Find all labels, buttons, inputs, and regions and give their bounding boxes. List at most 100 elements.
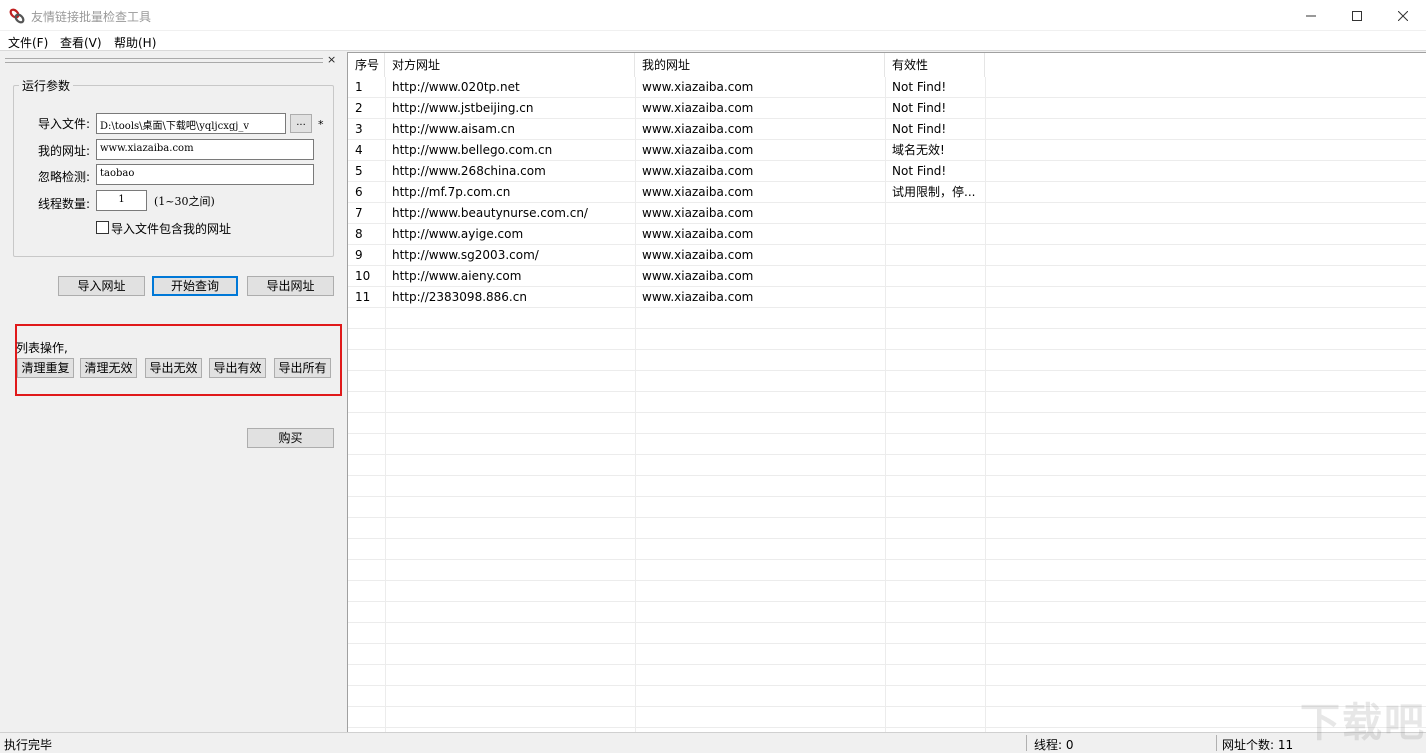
threads-field[interactable]: 1 <box>96 190 147 211</box>
export-valid-button[interactable]: 导出有效 <box>209 358 266 378</box>
table-row[interactable]: 2 http://www.jstbeijing.cn www.xiazaiba.co… <box>348 98 1426 119</box>
col-header-my-url[interactable]: 我的网址 <box>635 53 885 77</box>
col-header-peer-url[interactable]: 对方网址 <box>385 53 635 77</box>
cell-no: 4 <box>355 143 363 157</box>
status-separator <box>1216 735 1217 751</box>
threads-label: 线程数量: <box>38 197 91 211</box>
cell-status: 域名无效! <box>892 143 945 157</box>
status-separator <box>1026 735 1027 751</box>
required-mark: * <box>318 118 324 131</box>
status-threads: 线程: 0 <box>1034 738 1074 752</box>
table-row[interactable]: 6 http://mf.7p.com.cn www.xiazaiba.com 试用限制… <box>348 182 1426 203</box>
maximize-icon <box>1352 10 1362 21</box>
clear-invalid-button[interactable]: 清理无效 <box>80 358 137 378</box>
group-title: 运行参数 <box>19 77 74 94</box>
cell-no: 8 <box>355 227 363 241</box>
window-title: 友情链接批量检查工具 <box>31 10 152 24</box>
cell-no: 6 <box>355 185 363 199</box>
cell-peer-url: http://www.jstbeijing.cn <box>392 101 534 115</box>
cell-no: 2 <box>355 101 363 115</box>
export-invalid-button[interactable]: 导出无效 <box>145 358 202 378</box>
table-row[interactable]: 7 http://www.beautynurse.com.cn/www.xiaza… <box>348 203 1426 224</box>
row-line <box>348 370 1426 371</box>
table-row[interactable]: 1 http://www.020tp.net www.xiazaiba.com Not… <box>348 77 1426 98</box>
cell-no: 9 <box>355 248 363 262</box>
table-row[interactable]: 10 http://www.aieny.com www.xiazaiba.com <box>348 266 1426 287</box>
results-table[interactable]: 序号 对方网址 我的网址 有效性 1 http://www.020tp.net ww… <box>347 52 1426 732</box>
ignore-field[interactable]: taobao <box>96 164 314 185</box>
cell-my-url: www.xiazaiba.com <box>642 80 754 94</box>
cell-peer-url: http://www.aieny.com <box>392 269 522 283</box>
cell-no: 7 <box>355 206 363 220</box>
start-query-button[interactable]: 开始查询 <box>152 276 238 296</box>
table-row[interactable]: 5 http://www.268china.com www.xiazaiba.com… <box>348 161 1426 182</box>
list-ops-label: 列表操作, <box>16 341 68 355</box>
minimize-button[interactable] <box>1288 0 1334 31</box>
title-bar: 友情链接批量检查工具 <box>0 0 1426 31</box>
row-line <box>348 475 1426 476</box>
threads-hint: (1~30之间) <box>154 195 215 208</box>
import-urls-button[interactable]: 导入网址 <box>58 276 145 296</box>
cell-my-url: www.xiazaiba.com <box>642 122 754 136</box>
cell-status <box>885 203 985 224</box>
row-line <box>348 349 1426 350</box>
cell-status <box>885 245 985 266</box>
row-line <box>348 538 1426 539</box>
row-line <box>348 496 1426 497</box>
menu-bar: 文件(F) 查看(V) 帮助(H) <box>0 31 1426 51</box>
table-row[interactable]: 4 http://www.bellego.com.cn www.xiazaiba.c… <box>348 140 1426 161</box>
export-urls-button[interactable]: 导出网址 <box>247 276 334 296</box>
left-panel: × 运行参数 导入文件: D:\tools\桌面\下载吧\yqljcxgj_v … <box>0 52 344 732</box>
include-checkbox-label[interactable]: 导入文件包含我的网址 <box>111 220 231 237</box>
row-line <box>348 517 1426 518</box>
clear-duplicates-button[interactable]: 清理重复 <box>17 358 74 378</box>
table-row[interactable]: 11 http://2383098.886.cn www.xiazaiba.com <box>348 287 1426 308</box>
import-file-field[interactable]: D:\tools\桌面\下载吧\yqljcxgj_v <box>96 113 286 134</box>
browse-button[interactable]: ... <box>290 114 312 133</box>
panel-grip[interactable] <box>5 58 323 63</box>
cell-status: Not Find! <box>892 122 947 136</box>
watermark-logo: 下载吧 <box>1300 700 1426 746</box>
cell-status: Not Find! <box>892 164 947 178</box>
menu-view[interactable]: 查看(V) <box>60 34 102 51</box>
row-line <box>348 412 1426 413</box>
cell-peer-url: http://www.beautynurse.com.cn/ <box>392 206 588 220</box>
cell-my-url: www.xiazaiba.com <box>642 101 754 115</box>
cell-my-url: www.xiazaiba.com <box>642 227 754 241</box>
row-line <box>348 328 1426 329</box>
close-button[interactable] <box>1380 0 1426 31</box>
cell-no: 11 <box>355 290 371 304</box>
export-all-button[interactable]: 导出所有 <box>274 358 331 378</box>
row-line <box>348 727 1426 728</box>
menu-file[interactable]: 文件(F) <box>8 34 48 51</box>
my-url-field[interactable]: www.xiazaiba.com <box>96 139 314 160</box>
status-url-count: 网址个数: 11 <box>1222 738 1294 752</box>
cell-no: 10 <box>355 269 371 283</box>
cell-no: 1 <box>355 80 363 94</box>
table-header: 序号 对方网址 我的网址 有效性 <box>348 53 1426 77</box>
table-row[interactable]: 9 http://www.sg2003.com/www.xiazaiba.com <box>348 245 1426 266</box>
menu-help[interactable]: 帮助(H) <box>114 34 156 51</box>
cell-my-url: www.xiazaiba.com <box>642 164 754 178</box>
cell-status: 试用限制，停... <box>892 185 976 199</box>
row-line <box>348 706 1426 707</box>
row-line <box>348 664 1426 665</box>
cell-status <box>885 287 985 308</box>
cell-peer-url: http://www.020tp.net <box>392 80 520 94</box>
table-row[interactable]: 3 http://www.aisam.cn www.xiazaiba.com Not … <box>348 119 1426 140</box>
row-line <box>348 391 1426 392</box>
buy-button[interactable]: 购买 <box>247 428 334 448</box>
cell-no: 3 <box>355 122 363 136</box>
col-header-status[interactable]: 有效性 <box>885 53 985 77</box>
maximize-button[interactable] <box>1334 0 1380 31</box>
cell-no: 5 <box>355 164 363 178</box>
table-row[interactable]: 8 http://www.ayige.com www.xiazaiba.com <box>348 224 1426 245</box>
cell-my-url: www.xiazaiba.com <box>642 185 754 199</box>
include-checkbox[interactable] <box>96 221 109 234</box>
cell-peer-url: http://www.sg2003.com/ <box>392 248 539 262</box>
col-header-no[interactable]: 序号 <box>348 53 385 77</box>
cell-my-url: www.xiazaiba.com <box>642 269 754 283</box>
panel-close-icon[interactable]: × <box>327 53 336 66</box>
cell-status: Not Find! <box>892 101 947 115</box>
cell-status <box>885 266 985 287</box>
